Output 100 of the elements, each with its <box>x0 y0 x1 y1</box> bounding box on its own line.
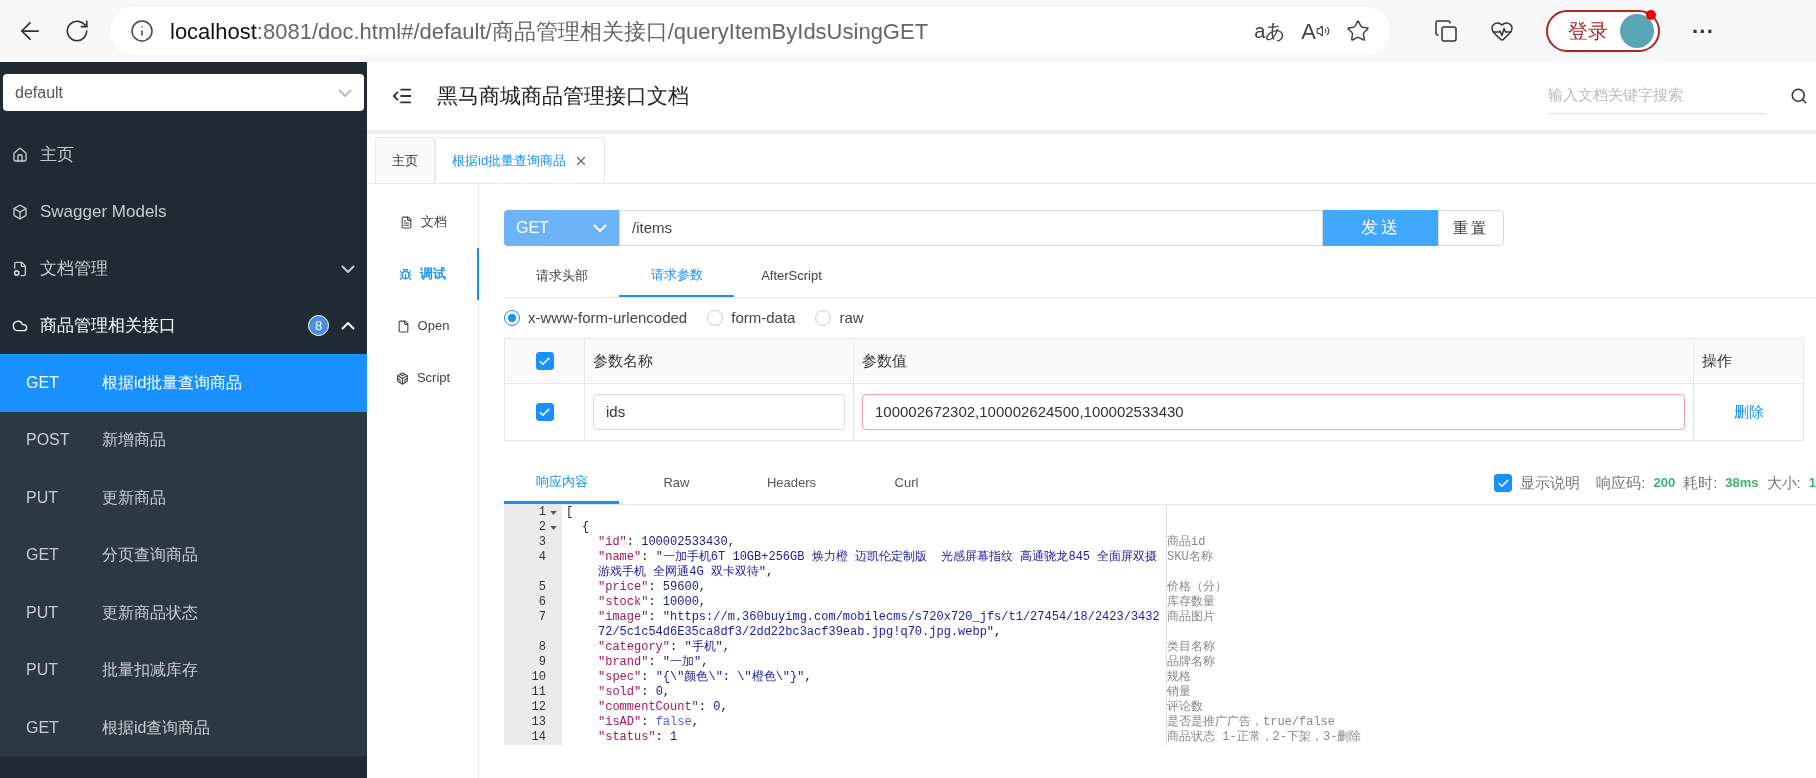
line-number: 2 <box>538 520 546 535</box>
sidebar-item[interactable]: 商品管理相关接口 8 <box>0 297 367 354</box>
endpoint-label: 更新商品 <box>102 487 166 508</box>
field-note: 销量 <box>1167 685 1191 699</box>
line-number: 6 <box>538 595 546 610</box>
address-bar[interactable]: localhost:8081/doc.html#/default/商品管理相关接口/queryItemByIdsUsingGET aあ A <box>110 7 1390 55</box>
info-icon[interactable] <box>130 19 154 43</box>
line-number: 5 <box>538 580 546 595</box>
login-button[interactable]: 登录 <box>1546 10 1660 52</box>
field-note: 库存数量 <box>1167 595 1215 609</box>
read-aloud-text-icon[interactable]: aあ <box>1254 16 1286 46</box>
reset-button[interactable]: 重置 <box>1438 210 1504 246</box>
row-checkbox[interactable] <box>535 403 554 421</box>
favorite-star-icon[interactable] <box>1346 19 1370 43</box>
http-method: PUT <box>26 602 59 623</box>
response-tab[interactable]: Raw <box>619 462 734 504</box>
endpoint-item[interactable]: PUT 更新商品状态 <box>0 584 367 642</box>
line-number: 10 <box>531 670 546 685</box>
endpoint-item[interactable]: POST 新增商品 <box>0 411 367 469</box>
group-select[interactable]: default <box>3 74 364 111</box>
endpoint-label: 根据id批量查询商品 <box>102 372 243 393</box>
request-tab[interactable]: 请求头部 <box>504 254 619 297</box>
collections-icon[interactable] <box>1434 19 1458 43</box>
side-tab[interactable]: Open <box>367 300 479 352</box>
page-tab[interactable]: 主页 <box>375 137 435 183</box>
code-line: "price": 59600, <box>598 580 707 594</box>
fold-arrow-icon[interactable] <box>550 510 557 515</box>
doc-icon <box>399 215 413 229</box>
endpoint-item[interactable]: PUT 更新商品 <box>0 469 367 527</box>
http-method: PUT <box>26 487 59 508</box>
request-tab[interactable]: AfterScript <box>734 254 849 297</box>
line-number: 12 <box>531 700 546 715</box>
http-method: GET <box>26 717 60 738</box>
sidebar-item[interactable]: 文档管理 <box>0 240 367 297</box>
debug-icon <box>398 267 412 281</box>
radio-button[interactable] <box>815 310 832 326</box>
script-icon <box>395 371 409 385</box>
line-number: 9 <box>538 655 546 670</box>
refresh-icon[interactable] <box>64 18 90 44</box>
url-input[interactable]: /items <box>619 210 1323 246</box>
chevron-down-icon <box>593 224 607 232</box>
code-line: "commentCount": 0, <box>598 700 728 714</box>
field-note: 价格（分） <box>1167 580 1227 594</box>
field-note: 商品id <box>1167 535 1206 549</box>
column-header: 操作 <box>1701 350 1733 371</box>
sidebar-item[interactable]: Swagger Models <box>0 183 367 240</box>
field-note: 规格 <box>1167 670 1191 684</box>
code-line: "sold": 0, <box>598 685 671 699</box>
radio-button[interactable] <box>707 310 724 326</box>
select-all-checkbox[interactable] <box>535 352 554 370</box>
http-method: GET <box>26 545 60 566</box>
check-icon <box>1496 476 1510 490</box>
radio-label: x-www-form-urlencoded <box>528 307 688 328</box>
open-icon <box>396 319 410 333</box>
endpoint-label: 分页查询商品 <box>102 545 198 566</box>
line-number: 1 <box>538 505 546 520</box>
param-value-input[interactable]: 100002672302,100002624500,100002533430 <box>862 394 1685 430</box>
column-header: 参数值 <box>854 339 1694 383</box>
code-line: "spec": "{\"颜色\": \"橙色\"}", <box>598 670 812 684</box>
show-notes-checkbox[interactable] <box>1494 474 1513 492</box>
http-method: GET <box>26 372 60 393</box>
line-number: 7 <box>538 610 546 626</box>
code-line: "isAD": false, <box>598 715 699 729</box>
param-name-input[interactable]: ids <box>593 394 845 430</box>
status-code-label: 响应码: <box>1596 472 1646 493</box>
page-title: 黑马商城商品管理接口文档 <box>437 83 690 110</box>
endpoint-item[interactable]: GET 分页查询商品 <box>0 526 367 584</box>
elapsed-time: 38ms <box>1725 474 1759 493</box>
models-icon <box>12 203 28 220</box>
endpoint-label: 更新商品状态 <box>102 602 198 623</box>
code-line: "name": "一加手机6T 10GB+256GB 焕力橙 迈凯伦定制版 光感屏幕指纹 高通骁龙845 全面屏双摄游戏手机 全网通4G 双卡双待", <box>598 550 1158 579</box>
search-icon[interactable] <box>1790 87 1808 105</box>
field-note: 类目名称 <box>1167 640 1215 654</box>
line-number: 3 <box>538 535 546 550</box>
code-line: "stock": 10000, <box>598 595 707 609</box>
sidebar-item[interactable]: 主页 <box>0 126 367 183</box>
code-line: "id": 100002533430, <box>598 535 735 549</box>
response-tab[interactable]: Headers <box>734 462 849 504</box>
endpoint-item[interactable]: GET 根据id查询商品 <box>0 699 367 757</box>
count-badge: 8 <box>308 315 329 336</box>
show-notes-label: 显示说明 <box>1520 472 1581 493</box>
response-tab[interactable]: Curl <box>849 462 964 504</box>
health-icon[interactable] <box>1490 19 1514 43</box>
check-icon <box>538 354 551 368</box>
more-menu[interactable]: ··· <box>1692 14 1714 48</box>
status-code: 200 <box>1653 474 1676 493</box>
endpoint-item[interactable]: PUT 批量扣减库存 <box>0 641 367 699</box>
side-tab[interactable]: 文档 <box>367 196 479 248</box>
address-url: localhost:8081/doc.html#/default/商品管理相关接口/queryItemByIdsUsingGET <box>170 17 930 46</box>
fold-arrow-icon[interactable] <box>550 525 557 530</box>
check-icon <box>538 405 551 419</box>
line-number: 13 <box>531 715 546 730</box>
radio-button[interactable] <box>504 310 520 326</box>
line-number: 11 <box>531 685 546 700</box>
endpoint-label: 新增商品 <box>102 430 166 451</box>
side-tab[interactable]: Script <box>367 352 479 404</box>
column-header: 参数名称 <box>585 339 854 383</box>
field-note: 商品状态 1-正常，2-下架，3-删除 <box>1167 730 1362 744</box>
radio-label: raw <box>839 307 864 328</box>
radio-label: form-data <box>731 307 796 328</box>
